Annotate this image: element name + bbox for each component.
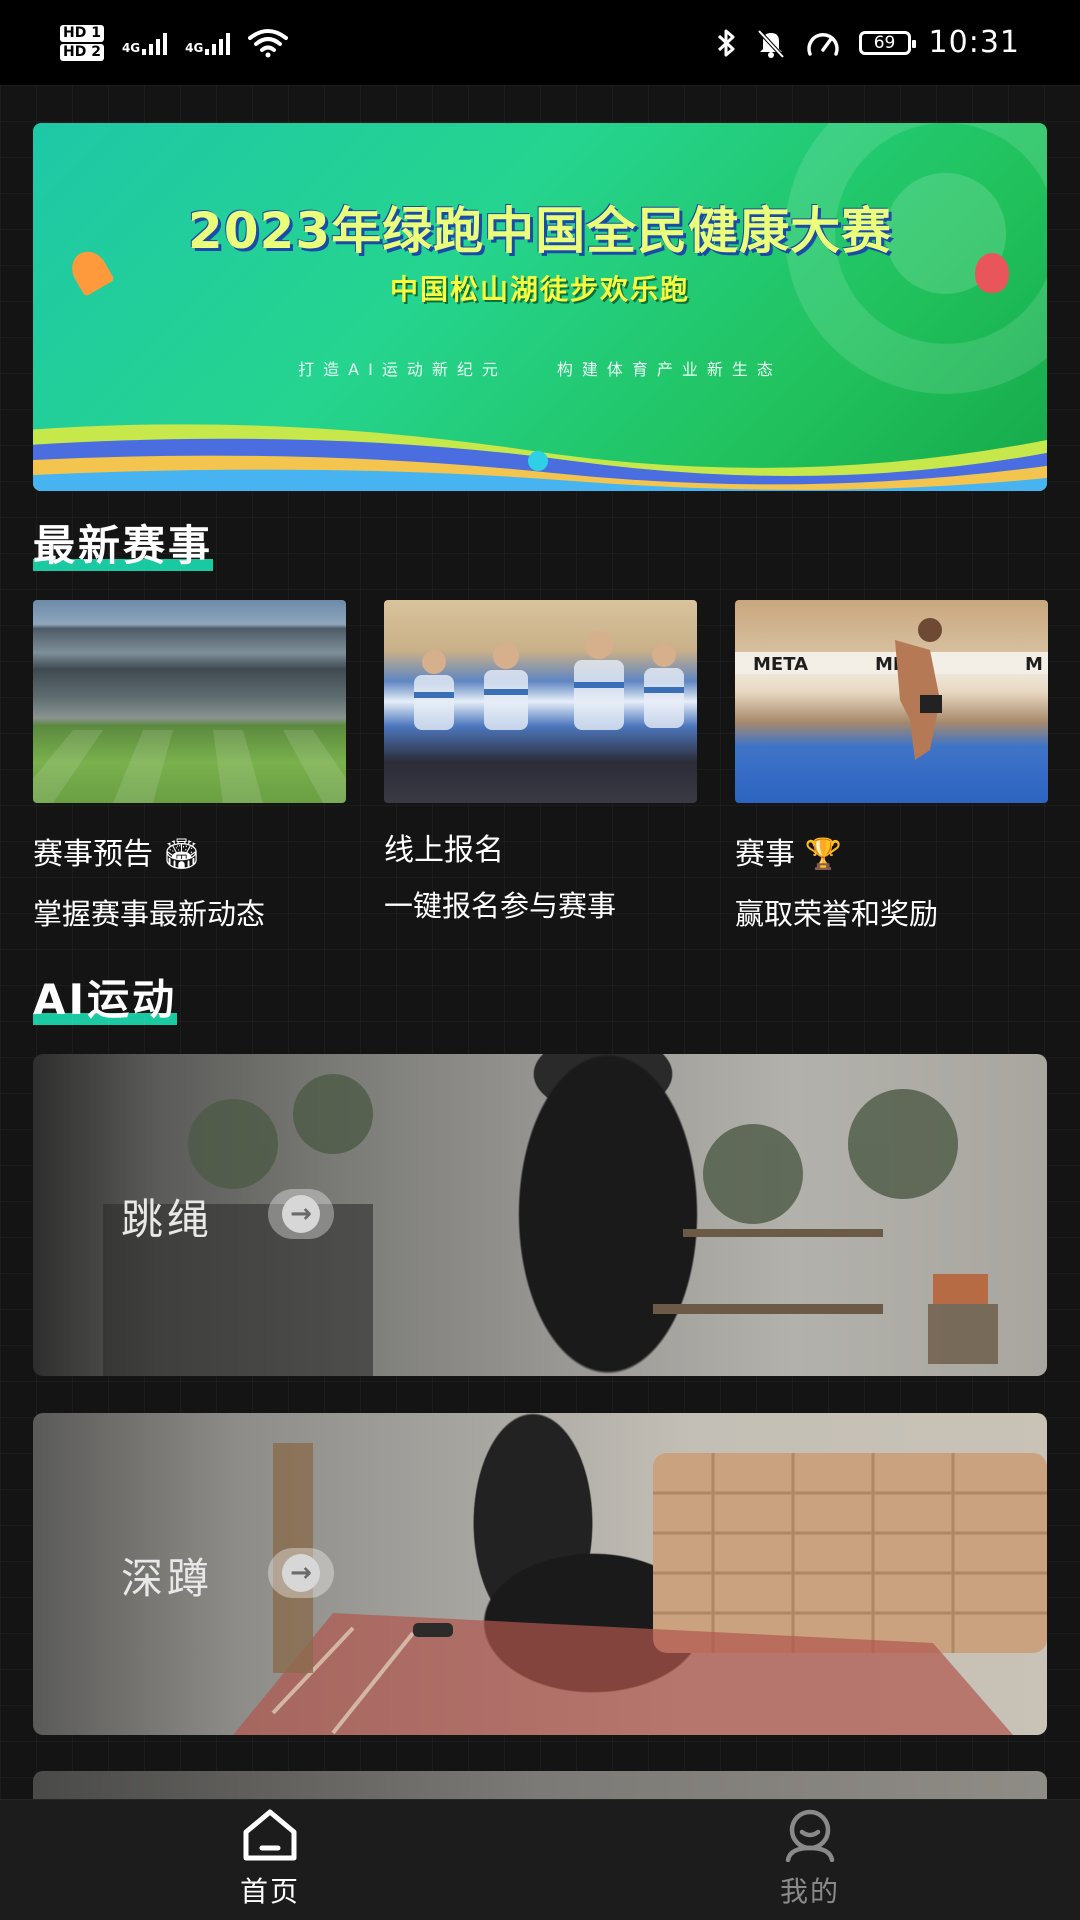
sim-indicator: HD 1 HD 2	[60, 24, 104, 62]
cyclists-image	[384, 600, 697, 803]
battery-level: 69	[873, 32, 896, 53]
runner-shapes: META META M	[735, 618, 1048, 760]
stadium-icon: 🏟	[162, 837, 201, 872]
go-button[interactable]: →	[268, 1548, 334, 1598]
tab-home-label: 首页	[239, 1875, 300, 1908]
runner-image: META META M	[735, 600, 1048, 803]
event-title: 线上报名	[384, 833, 504, 868]
event-title: 赛事 🏆	[735, 829, 1048, 873]
banner-slogan: 打造AI运动新纪元 构建体育产业新生态	[298, 360, 782, 379]
arrow-right-icon: →	[282, 1554, 320, 1592]
cyclists-shapes	[414, 631, 684, 730]
wifi-icon	[248, 28, 289, 57]
carousel-indicator[interactable]	[528, 451, 548, 471]
signal-1: 4G	[121, 31, 168, 55]
section-title-ai-text: AI运动	[33, 975, 178, 1024]
sport-label: 深蹲	[121, 1554, 214, 1603]
bluetooth-icon	[717, 29, 735, 56]
tab-home[interactable]: 首页	[210, 1808, 330, 1910]
promo-banner[interactable]: 2023年绿跑中国全民健康大赛 中国松山湖徒步欢乐跑 打造AI运动新纪元 构建体…	[33, 123, 1047, 491]
stadium-image	[33, 600, 346, 803]
network1-label: 4G	[121, 40, 141, 55]
clock: 10:31	[928, 25, 1020, 60]
banner-title: 2023年绿跑中国全民健康大赛	[187, 202, 893, 260]
signal-bars-icon	[142, 31, 168, 55]
event-title: 赛事预告 🏟	[33, 829, 346, 873]
svg-text:M: M	[1025, 654, 1043, 675]
event-subtitle: 赢取荣誉和奖励	[735, 897, 939, 931]
bottom-tab-bar: 首页 我的	[0, 1799, 1080, 1920]
event-card-races[interactable]: META META M 赛事 🏆 赢取荣誉和奖励	[735, 600, 1048, 933]
section-title-events-text: 最新赛事	[33, 521, 214, 570]
trophy-icon: 🏆	[804, 837, 842, 872]
svg-text:META: META	[753, 654, 808, 675]
banner-subtitle: 中国松山湖徒步欢乐跑	[389, 273, 690, 306]
arrow-right-icon: →	[282, 1195, 320, 1233]
signal-2: 4G	[185, 31, 231, 55]
tab-mine-label: 我的	[779, 1875, 840, 1908]
tab-mine[interactable]: 我的	[750, 1808, 870, 1910]
network2-label: 4G	[185, 40, 204, 55]
sim1-label: HD 1	[60, 24, 104, 42]
status-left: HD 1 HD 2 4G 4G	[60, 24, 289, 62]
sport-card-squat[interactable]: 深蹲 →	[33, 1413, 1047, 1735]
event-card-signup[interactable]: 线上报名 一键报名参与赛事	[384, 600, 697, 925]
battery-icon: 69	[858, 30, 916, 55]
event-subtitle: 掌握赛事最新动态	[33, 897, 266, 931]
event-title-text: 赛事	[735, 837, 795, 872]
status-bar: HD 1 HD 2 4G 4G 69 10:31	[0, 0, 1080, 85]
section-title-ai: AI运动	[33, 966, 178, 1027]
sport-label: 跳绳	[121, 1195, 214, 1244]
mute-bell-icon	[757, 29, 785, 58]
sport-card-jump-rope[interactable]: 跳绳 →	[33, 1054, 1047, 1376]
home-icon	[243, 1809, 297, 1861]
event-subtitle: 一键报名参与赛事	[384, 889, 617, 923]
status-right: 69 10:31	[715, 25, 1020, 60]
speed-gauge-icon	[806, 32, 839, 56]
sim2-label: HD 2	[60, 43, 104, 61]
event-title-text: 赛事预告	[33, 837, 153, 872]
profile-icon	[785, 1809, 835, 1863]
event-card-preview[interactable]: 赛事预告 🏟 掌握赛事最新动态	[33, 600, 346, 933]
signal-bars-icon	[205, 31, 231, 55]
go-button[interactable]: →	[268, 1189, 334, 1239]
section-title-events: 最新赛事	[33, 512, 214, 573]
field-stripes	[33, 730, 346, 803]
